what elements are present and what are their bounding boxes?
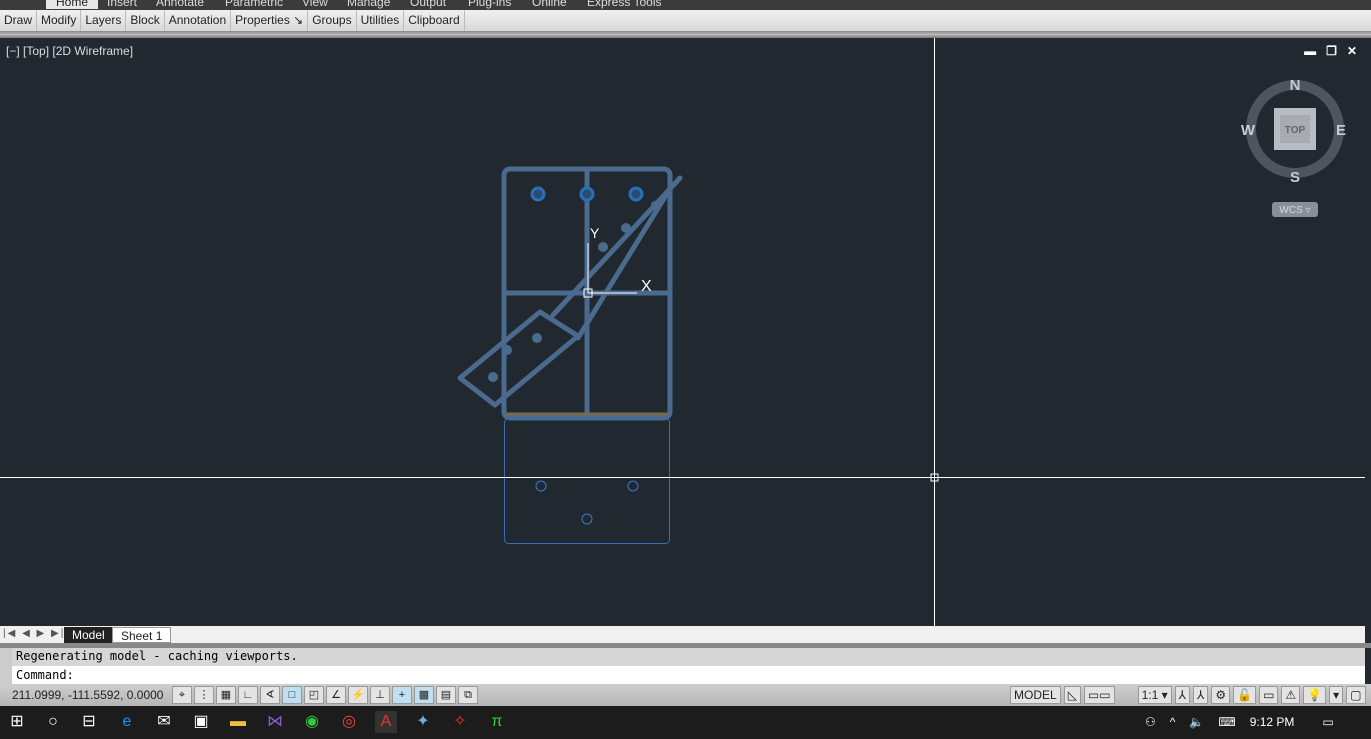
tab-sheet-1[interactable]: Sheet 1 [112,627,172,643]
quick-view-drawings-icon[interactable]: ▭▭ [1083,686,1115,704]
ucs-x-label: X [641,278,652,295]
crosshair-cursor [0,38,1365,626]
store-icon[interactable]: ▣ [190,711,212,733]
brace-lower-edge [575,189,671,341]
tray-chevron-icon[interactable]: ^ [1170,715,1176,729]
grid-toggle-icon[interactable]: ▦ [216,686,236,704]
task-view-icon[interactable]: ⊟ [78,711,100,733]
ortho-toggle-icon[interactable]: ∟ [238,686,258,704]
layout-tab-bar: |◀ ◀ ▶ ▶| Model Sheet 1 [0,626,1365,643]
command-line: Regenerating model - caching viewports. … [0,648,1365,684]
notifications-icon[interactable]: ▭ [1322,715,1333,729]
hardware-acceleration-icon[interactable]: ▭ [1259,686,1279,704]
compass-north: N [1290,77,1301,94]
snap-grid-icon[interactable]: ⋮ [194,686,214,704]
annotation-visibility-icon[interactable]: ⅄ [1174,686,1190,704]
annotation-scale[interactable]: 1:1 ▾ [1137,686,1172,704]
pi-app-icon[interactable]: π [486,711,508,733]
workspace-gear-icon[interactable]: ⚙ [1211,686,1231,704]
transparency-toggle-icon[interactable]: ▩ [414,686,434,704]
whatsapp-icon[interactable]: ◉ [301,711,323,733]
compass-south: S [1290,169,1300,186]
osnap-toggle-icon[interactable]: □ [282,686,302,704]
snap-toggle-icon[interactable]: ⌖ [172,686,192,704]
base-plate-holes [535,480,639,525]
tab-model[interactable]: Model [64,627,113,643]
file-explorer-icon[interactable]: ▬ [227,711,249,733]
coordinate-readout: 211.0999, -111.5592, 0.0000 [12,688,164,702]
clean-screen-icon[interactable]: ▢ [1346,686,1366,704]
visual-studio-icon[interactable]: ⋈ [264,711,286,733]
chrome-icon[interactable]: ◎ [338,711,360,733]
polar-toggle-icon[interactable]: ∢ [260,686,280,704]
3dosnap-toggle-icon[interactable]: ◰ [304,686,324,704]
app-red-icon[interactable]: ✧ [449,711,471,733]
compass-west: W [1241,122,1256,139]
status-menu-chevron-icon[interactable]: ▾ [1329,686,1344,704]
keyboard-icon[interactable]: ⌨ [1218,715,1235,729]
compass-east: E [1336,122,1346,139]
base-plate-outline [504,418,670,544]
volume-icon[interactable]: 🔈 [1189,715,1204,729]
model-space-button[interactable]: MODEL [1010,686,1061,704]
autocad-icon[interactable]: A [375,711,397,733]
auto-scale-icon[interactable]: ⅄ [1193,686,1209,704]
command-grip-handle[interactable] [0,648,12,684]
isolate-objects-warning-icon[interactable]: ⚠ [1281,686,1301,704]
quick-properties-icon[interactable]: ▤ [436,686,456,704]
top-bolt-holes [530,186,644,202]
layout-nav-arrows[interactable]: |◀ ◀ ▶ ▶| [3,628,65,639]
mail-icon[interactable]: ✉ [153,711,175,733]
wcs-menu: WCS ▿ [1279,205,1310,216]
ducs-toggle-icon[interactable]: ⚡ [348,686,368,704]
quick-view-layouts-icon[interactable]: ◺ [1063,686,1081,704]
command-input[interactable]: Command: [12,667,78,683]
status-bar: 211.0999, -111.5592, 0.0000 ⌖ ⋮ ▦ ∟ ∢ □ … [0,684,1371,706]
viewcube-top-face: TOP [1285,125,1306,136]
people-icon[interactable]: ⚇ [1145,715,1156,729]
otrack-toggle-icon[interactable]: ∠ [326,686,346,704]
lightbulb-icon[interactable]: 💡 [1303,686,1327,704]
dyn-toggle-icon[interactable]: ⊥ [370,686,390,704]
selection-cycling-icon[interactable]: ⧉ [458,686,478,704]
clock[interactable]: 9:12 PM [1250,715,1295,729]
windows-taskbar: ⊞ ○ ⊟ e ✉ ▣ ▬ ⋈ ◉ ◎ A ✦ ✧ π ⚇ ^ 🔈 ⌨ 9:12… [0,706,1371,739]
edge-icon[interactable]: e [116,711,138,733]
windows-start-icon[interactable]: ⊞ [6,711,28,733]
lock-icon[interactable]: 🔓 [1233,686,1257,704]
app-blue-icon[interactable]: ✦ [412,711,434,733]
command-history: Regenerating model - caching viewports. [12,648,1365,666]
viewcube[interactable]: TOP N S E W WCS ▿ [1241,77,1346,217]
brace-end-plate [457,309,581,408]
cortana-icon[interactable]: ○ [42,711,64,733]
ucs-y-label: Y [590,225,600,241]
lineweight-toggle-icon[interactable]: + [392,686,412,704]
